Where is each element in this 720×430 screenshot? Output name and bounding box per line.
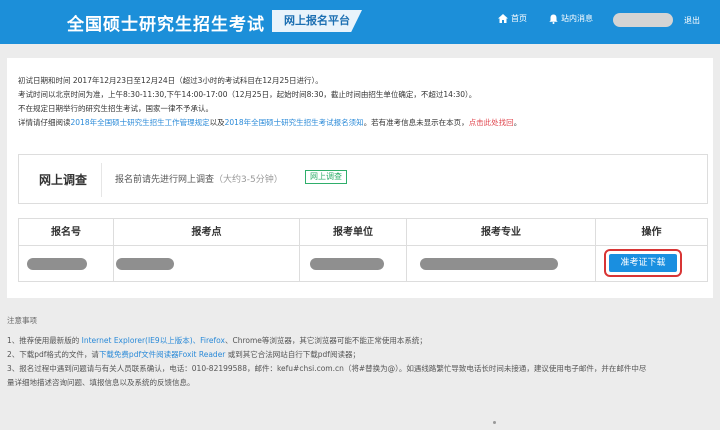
site-title: 全国硕士研究生招生考试 <box>67 15 265 35</box>
info-line-3: 不在规定日期举行的研究生招生考试，国家一律不予承认。 <box>18 104 213 113</box>
redacted-institution <box>310 258 384 270</box>
notes-heading: 注意事项 <box>7 316 37 325</box>
note-2-suffix: 或到其它合法网站自行下载pdf阅读器； <box>225 350 360 359</box>
nav-home-link[interactable]: 首页 <box>498 13 527 24</box>
info-line-4-mid: 以及 <box>209 118 225 127</box>
note-1-suffix: 、Chrome等浏览器，其它浏览器可能不能正常使用本系统； <box>224 336 427 345</box>
note-2-prefix: 2、下载pdf格式的文件，请 <box>7 350 99 359</box>
header-reg-number: 报名号 <box>19 219 114 246</box>
cell-reg-number <box>19 246 114 282</box>
survey-description: 报名前请先进行网上调查（大约3-5分钟） <box>115 172 283 185</box>
notes-section: 注意事项 1、推荐使用最新版的 Internet Explorer(IE9以上版… <box>7 314 713 390</box>
footer-dot <box>493 421 496 424</box>
note-item-3-cont: 量详细地描述咨询问题、填报信息以及系统的反馈信息。 <box>7 378 195 387</box>
survey-title: 网上调查 <box>39 173 88 187</box>
info-line-2: 考试时间以北京时间为准，上午8:30-11:30,下午14:00-17:00（1… <box>18 90 477 99</box>
info-line-4-end: 。 <box>513 118 522 127</box>
info-line-1: 初试日期和时间 2017年12月23日至12月24日（超过3小时的考试科目在12… <box>18 76 323 85</box>
table-header: 报名号 报考点 报考单位 报考专业 操作 <box>19 219 707 246</box>
recover-link[interactable]: 点击此处找回 <box>469 118 514 127</box>
survey-duration: （大约3-5分钟） <box>214 175 283 185</box>
info-line-4: 详情请仔细阅读2018年全国硕士研究生招生工作管理规定以及2018年全国硕士研究… <box>18 116 708 130</box>
registration-notice-link[interactable]: 2018年全国硕士研究生招生考试报名须知 <box>225 118 364 127</box>
info-line-4-suffix: 。若有准考信息未显示在本页， <box>363 118 469 127</box>
admission-ticket-download-highlight[interactable]: 准考证下载 <box>604 249 682 277</box>
nav-messages-label: 站内消息 <box>561 14 593 23</box>
cell-exam-site <box>114 246 300 282</box>
note-item-3: 3、报名过程中遇到问题请与有关人员联系确认，电话：010-82199588，邮件… <box>7 364 647 373</box>
pdf-reader-link[interactable]: 下载免费pdf文件阅读器Foxit Reader <box>99 350 225 359</box>
logout-link[interactable]: 退出 <box>684 15 700 26</box>
header-major: 报考专业 <box>407 219 596 246</box>
home-icon <box>498 14 508 23</box>
info-line-4-prefix: 详情请仔细阅读 <box>18 118 71 127</box>
main-card: 初试日期和时间 2017年12月23日至12月24日（超过3小时的考试科目在12… <box>7 58 713 298</box>
cell-major <box>407 246 596 282</box>
redacted-reg-number <box>27 258 87 270</box>
top-header: 全国硕士研究生招生考试 网上报名平台 首页 站内消息 退出 <box>0 0 720 44</box>
note-item-2: 2、下载pdf格式的文件，请下载免费pdf文件阅读器Foxit Reader 或… <box>7 348 713 362</box>
redacted-exam-site <box>116 258 174 270</box>
browser-link[interactable]: Internet Explorer(IE9以上版本)、Firefox <box>82 336 225 345</box>
survey-divider <box>101 163 102 197</box>
regulation-link[interactable]: 2018年全国硕士研究生招生工作管理规定 <box>71 118 210 127</box>
header-institution: 报考单位 <box>300 219 407 246</box>
exam-info: 初试日期和时间 2017年12月23日至12月24日（超过3小时的考试科目在12… <box>18 74 708 130</box>
redacted-major <box>420 258 558 270</box>
survey-button[interactable]: 网上调查 <box>305 170 347 184</box>
note-item-1: 1、推荐使用最新版的 Internet Explorer(IE9以上版本)、Fi… <box>7 334 713 348</box>
cell-institution <box>300 246 407 282</box>
nav-messages-link[interactable]: 站内消息 <box>549 13 593 24</box>
admission-ticket-download-button[interactable]: 准考证下载 <box>609 254 677 272</box>
platform-badge: 网上报名平台 <box>272 10 362 32</box>
survey-text: 报名前请先进行网上调查 <box>115 175 215 185</box>
bell-icon <box>549 14 558 24</box>
header-action: 操作 <box>641 227 662 238</box>
note-1-prefix: 1、推荐使用最新版的 <box>7 336 82 345</box>
survey-panel: 网上调查 报名前请先进行网上调查（大约3-5分钟） 网上调查 <box>18 154 708 204</box>
header-exam-site: 报考点 <box>114 219 300 246</box>
user-name-redacted[interactable] <box>613 13 673 27</box>
nav-home-label: 首页 <box>511 14 527 23</box>
